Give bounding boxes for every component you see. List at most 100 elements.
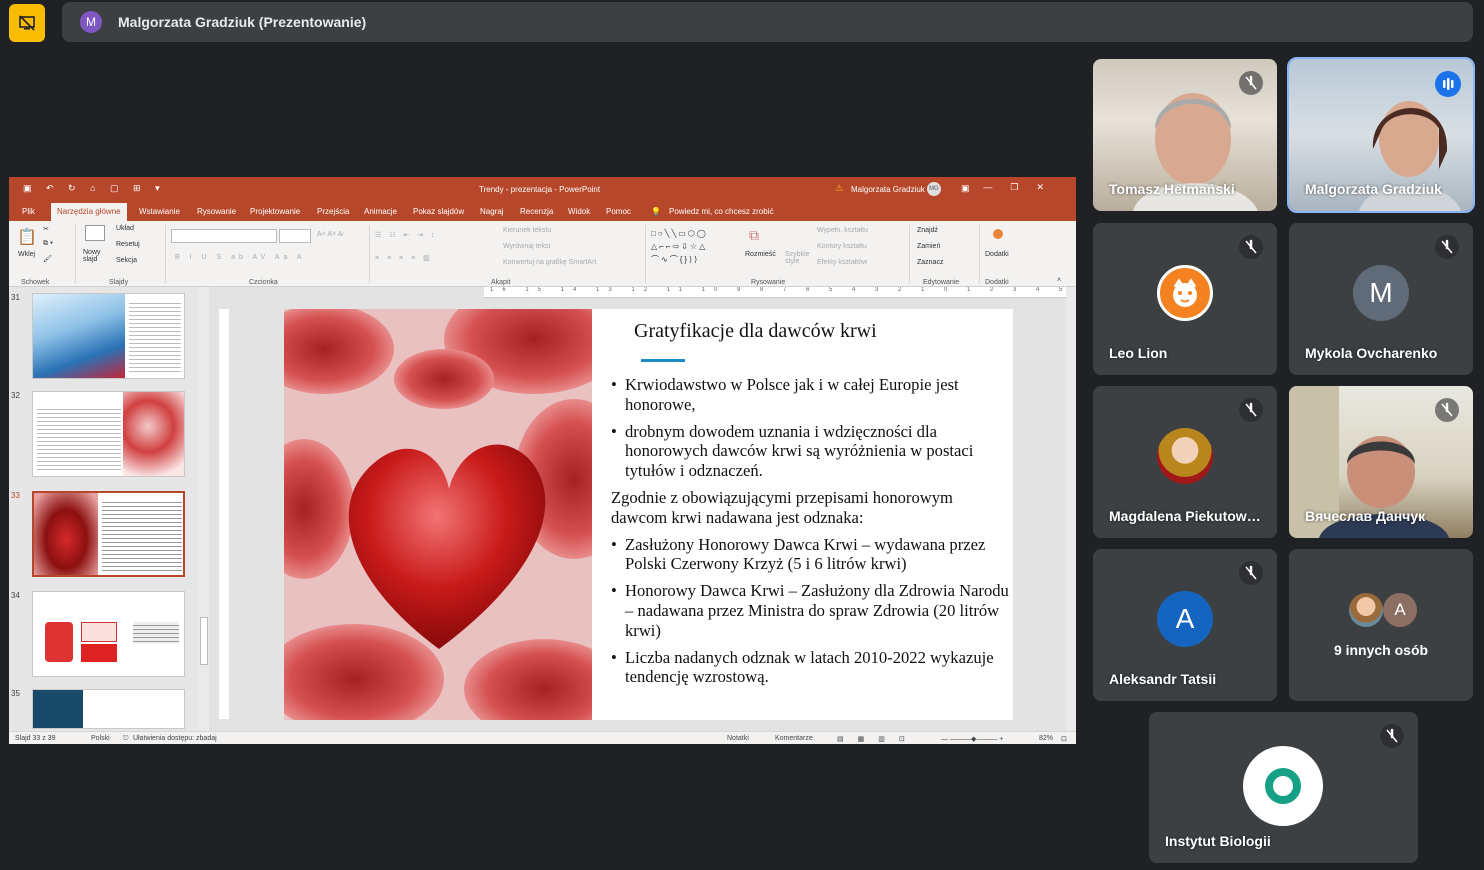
tab-file[interactable]: Plik (22, 207, 35, 216)
tab-view[interactable]: Widok (568, 207, 590, 216)
font-size-controls[interactable]: A˄ A˅ A̷ (317, 231, 342, 238)
tab-review[interactable]: Recenzja (520, 207, 553, 216)
font-size-input[interactable] (279, 229, 311, 243)
powerpoint-window: ▣ ↶ ↻ ⌂ ▢ ⊞ ▾ Trendy - prezentacja - Pow… (9, 177, 1076, 744)
thumbnails-scrollbar[interactable] (199, 287, 209, 731)
bullet-item: Liczba nadanych odznak w latach 2010-202… (611, 648, 1011, 688)
body-paragraph: Zgodnie z obowiązującymi przepisami hono… (611, 487, 953, 527)
participant-tile[interactable]: Malgorzata Gradziuk (1287, 57, 1475, 213)
title-underline (641, 359, 685, 362)
slide-thumbnail[interactable] (32, 689, 185, 729)
tab-draw[interactable]: Rysowanie (197, 207, 236, 216)
thumb-number: 34 (11, 591, 20, 600)
tab-home[interactable]: Narzędzia główne (51, 203, 127, 221)
slide-body[interactable]: Krwiodawstwo w Polsce jak i w całej Euro… (611, 375, 1011, 694)
horizontal-ruler: 16 15 14 13 12 11 10 9 8 7 6 5 4 3 2 1 0… (484, 287, 1076, 298)
slide-thumbnail-current[interactable] (32, 491, 185, 577)
find-button[interactable]: Znajdź (917, 227, 938, 234)
bullet-item: drobnym dowodem uznania i wdzięczności d… (611, 422, 1011, 481)
shape-effects-button[interactable]: Efekty kształtów (817, 259, 867, 266)
shape-fill-button[interactable]: Wypełn. kształtu (817, 227, 868, 234)
zoom-level[interactable]: 82% (1039, 735, 1053, 742)
bullet-item: Krwiodawstwo w Polsce jak i w całej Euro… (611, 375, 1011, 415)
ppt-title-bar: ▣ ↶ ↻ ⌂ ▢ ⊞ ▾ Trendy - prezentacja - Pow… (9, 177, 1076, 201)
collapse-ribbon-icon[interactable]: ˄ (1057, 277, 1061, 284)
section-button[interactable]: Sekcja (116, 257, 137, 264)
current-slide[interactable]: Gratyfikacje dla dawców krwi Krwiodawstw… (284, 309, 1013, 720)
arrange-icon[interactable]: ⧉ (749, 227, 759, 244)
quick-styles-button[interactable]: Szybkie style (785, 251, 811, 265)
slide-thumbnail[interactable] (32, 293, 185, 379)
align-buttons[interactable]: ≡ ≡ ≡ ≡ ▥ (375, 254, 433, 262)
layout-button[interactable]: Układ (116, 225, 134, 232)
tell-me-box[interactable]: Powiedz mi, co chcesz zrobić (669, 207, 773, 216)
tab-animations[interactable]: Animacje (364, 207, 397, 216)
participant-tile[interactable]: Вячеслав Данчук (1289, 386, 1473, 538)
photo-avatar (1349, 593, 1383, 627)
paste-button[interactable]: Wklej (18, 251, 35, 258)
zoom-slider[interactable]: — ———◆——— + (941, 735, 1003, 743)
participant-tile[interactable]: M Mykola Ovcharenko (1289, 223, 1473, 375)
slide-editing-canvas[interactable]: 16 15 14 13 12 11 10 9 8 7 6 5 4 3 2 1 0… (209, 287, 1076, 731)
font-format-buttons[interactable]: B I U S ab AV Aa A (175, 254, 306, 261)
font-name-input[interactable] (171, 229, 277, 243)
participant-name: Instytut Biologii (1165, 833, 1271, 849)
smartart-button[interactable]: Konwertuj na grafikę SmartArt (503, 259, 596, 266)
lightbulb-icon: 💡 (651, 207, 661, 216)
arrange-button[interactable]: Rozmieść (745, 251, 776, 258)
participant-tile[interactable]: Tomasz Hetmański (1093, 59, 1277, 211)
language-status[interactable]: Polski (91, 735, 110, 742)
notes-button[interactable]: Notatki (727, 735, 749, 742)
shape-outline-button[interactable]: Kontury kształtu (817, 243, 867, 250)
slide-thumbnail[interactable] (32, 391, 185, 477)
tab-design[interactable]: Projektowanie (250, 207, 300, 216)
ppt-user-badge[interactable]: MG (927, 182, 941, 196)
participant-tile[interactable]: A Aleksandr Tatsii (1093, 549, 1277, 701)
quick-access-toolbar[interactable]: ▣ ↶ ↻ ⌂ ▢ ⊞ ▾ (23, 183, 166, 194)
comments-button[interactable]: Komentarze (775, 735, 813, 742)
warning-icon: ⚠ (835, 183, 844, 193)
stop-presenting-icon[interactable] (9, 4, 45, 42)
group-editing: Edytowanie (923, 279, 960, 286)
tab-transitions[interactable]: Przejścia (317, 207, 349, 216)
accessibility-status[interactable]: Ułatwienia dostępu: zbadaj (133, 735, 217, 742)
participant-tile[interactable]: Leo Lion (1093, 223, 1277, 375)
list-buttons[interactable]: ☰ ☷ ⇤ ⇥ ↕ (375, 231, 438, 239)
new-slide-button[interactable]: Nowy slajd (83, 249, 113, 263)
accessibility-icon: ⎋ (123, 735, 129, 742)
align-text-button[interactable]: Wyrównaj tekst (503, 243, 550, 250)
shapes-gallery[interactable]: □○╲╲▭⬡◯ △⌐⌐⇨⇩☆△ ⌒∿⌒{}⟩⟩ (651, 227, 739, 269)
slide-title[interactable]: Gratyfikacje dla dawców krwi (634, 320, 877, 343)
tab-insert[interactable]: Wstawianie (139, 207, 180, 216)
copy-icon[interactable]: ⧉ ▾ (43, 240, 53, 248)
slide-thumbnail[interactable] (32, 591, 185, 677)
ribbon-tabs: Plik Narzędzia główne Wstawianie Rysowan… (9, 201, 1076, 221)
addins-button[interactable]: Dodatki (985, 251, 1009, 258)
participant-name: Вячеслав Данчук (1305, 508, 1426, 524)
paste-icon[interactable]: 📋 (17, 227, 37, 247)
canvas-scrollbar[interactable] (1066, 287, 1076, 731)
participant-tile[interactable]: Instytut Biologii (1149, 712, 1418, 863)
thumb-number: 31 (11, 293, 20, 302)
tab-record[interactable]: Nagraj (480, 207, 504, 216)
addins-icon[interactable] (993, 229, 1003, 239)
window-controls[interactable]: —❐✕ (983, 182, 1062, 193)
new-slide-icon[interactable] (85, 225, 105, 241)
fit-slide-icon[interactable]: ⊡ (1061, 735, 1067, 743)
replace-button[interactable]: Zamień (917, 243, 940, 250)
others-tile[interactable]: A 9 innych osób (1289, 549, 1473, 701)
text-direction-button[interactable]: Kierunek tekstu (503, 227, 551, 234)
format-painter-icon[interactable]: 🖌 (43, 255, 52, 263)
reset-button[interactable]: Resetuj (116, 241, 140, 248)
view-buttons[interactable]: ▤▦▥⊡ (837, 735, 919, 743)
ribbon-display-icon[interactable]: ▣ (961, 183, 970, 194)
group-clipboard: Schowek (21, 279, 50, 286)
cut-icon[interactable]: ✂ (43, 225, 49, 233)
initial-avatar: A (1157, 591, 1213, 647)
tab-slideshow[interactable]: Pokaz slajdów (413, 207, 464, 216)
select-button[interactable]: Zaznacz (917, 259, 943, 266)
muted-mic-icon (1239, 561, 1263, 585)
slide-thumbnails-pane[interactable]: 31 32 33 34 35 (9, 287, 199, 731)
participant-tile[interactable]: Magdalena Piekutow… (1093, 386, 1277, 538)
tab-help[interactable]: Pomoc (606, 207, 631, 216)
